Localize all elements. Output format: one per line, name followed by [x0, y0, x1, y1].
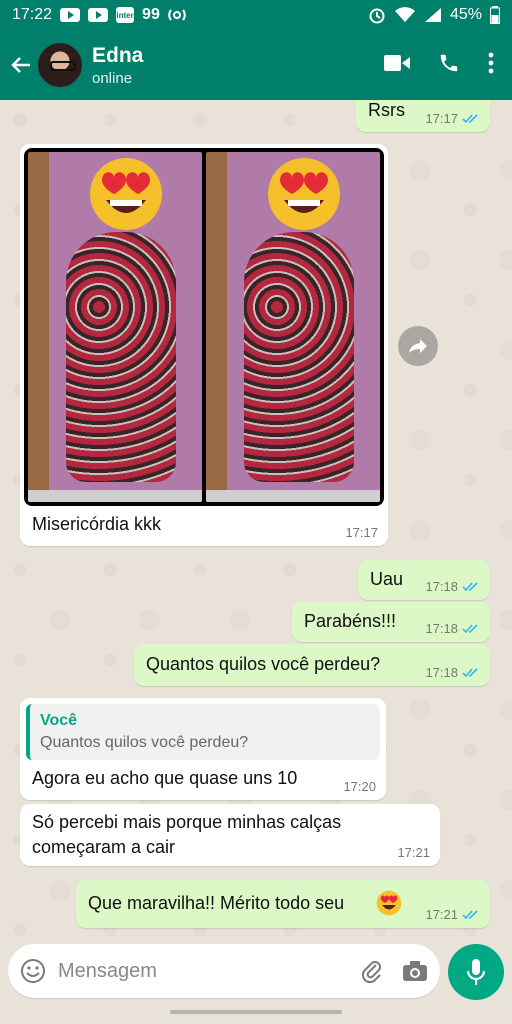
message-text: Misericórdia kkk: [32, 514, 162, 534]
contact-info[interactable]: Edna online: [92, 44, 143, 87]
youtube-icon-2: [88, 8, 109, 22]
message-input[interactable]: Mensagem: [8, 944, 440, 998]
message-outgoing[interactable]: Uau 17:18: [358, 560, 490, 600]
read-ticks-icon: [462, 581, 480, 593]
signal-icon: [424, 7, 442, 23]
smiley-icon: [21, 959, 45, 983]
phone-icon: [440, 54, 458, 71]
message-outgoing[interactable]: Parabéns!!! 17:18: [292, 602, 490, 642]
message-time: 17:17: [345, 525, 378, 540]
quote-text: Quantos quilos você perdeu?: [40, 734, 249, 751]
read-ticks-icon: [462, 623, 480, 635]
more-options-button[interactable]: [488, 52, 494, 79]
contact-status: online: [92, 69, 133, 87]
chat-area[interactable]: Rsrs 17:17 Misericórdia kkk 17:17 Uau 17…: [0, 100, 512, 940]
status-bar: 17:22 inter 99 45%: [0, 0, 512, 30]
message-incoming-image[interactable]: Misericórdia kkk 17:17: [20, 144, 388, 546]
message-time: 17:18: [425, 665, 458, 680]
heart-eyes-emoji-icon: [90, 158, 162, 230]
voice-record-button[interactable]: [448, 944, 504, 1000]
contact-name: Edna: [92, 43, 144, 67]
microphone-icon: [466, 959, 486, 985]
camera-icon: [403, 961, 427, 981]
message-text: Parabéns!!!: [304, 611, 397, 631]
photo-right: [206, 152, 380, 502]
dress-figure: [66, 232, 176, 482]
photo-left: [28, 152, 202, 502]
back-button[interactable]: [4, 45, 38, 85]
avatar[interactable]: [38, 43, 82, 87]
message-incoming[interactable]: Só percebi mais porque minhas calças com…: [20, 804, 440, 866]
message-outgoing[interactable]: Quantos quilos você perdeu? 17:18: [134, 644, 490, 686]
message-text: Rsrs: [368, 100, 405, 120]
voice-call-button[interactable]: [438, 52, 460, 79]
message-text: Uau: [370, 569, 404, 589]
message-text-line-1: Só percebi mais porque minhas calças: [32, 812, 342, 832]
alarm-icon: [368, 6, 386, 24]
message-time: 17:18: [425, 579, 458, 594]
message-time: 17:17: [425, 111, 458, 126]
notification-badge: 99: [142, 6, 160, 23]
read-ticks-icon: [462, 909, 480, 921]
heart-eyes-emoji-icon: [376, 890, 402, 916]
message-outgoing[interactable]: Que maravilha!! Mérito todo seu 17:21: [76, 880, 490, 928]
more-vertical-icon: [488, 52, 494, 73]
nfc-icon: [168, 7, 186, 23]
wifi-icon: [394, 7, 416, 23]
video-call-button[interactable]: [384, 54, 410, 77]
quote-author: Você: [40, 712, 78, 729]
read-ticks-icon: [462, 667, 480, 679]
message-text: Que maravilha!! Mérito todo seu: [88, 893, 345, 913]
attach-button[interactable]: [360, 959, 384, 983]
composer-bar: Mensagem: [0, 940, 512, 1024]
chat-header: Edna online: [0, 30, 512, 100]
message-time: 17:18: [425, 621, 458, 636]
battery-level: 45%: [449, 6, 482, 23]
forward-button[interactable]: [398, 326, 438, 366]
status-time: 17:22: [12, 6, 53, 23]
message-incoming-reply[interactable]: Você Quantos quilos você perdeu? Agora e…: [20, 698, 386, 800]
forward-icon: [409, 339, 427, 353]
battery-icon: [490, 6, 500, 24]
navigation-handle[interactable]: [170, 1010, 342, 1014]
dress-figure: [244, 232, 354, 482]
camera-button[interactable]: [402, 960, 428, 982]
message-text: Quantos quilos você perdeu?: [146, 654, 381, 674]
message-time: 17:21: [425, 907, 458, 922]
heart-eyes-emoji-icon: [268, 158, 340, 230]
message-time: 17:21: [397, 845, 430, 860]
paperclip-icon: [361, 961, 381, 983]
youtube-icon: [60, 8, 81, 22]
emoji-button[interactable]: [20, 958, 46, 984]
message-text: Agora eu acho que quase uns 10: [32, 768, 298, 788]
video-camera-icon: [384, 54, 410, 71]
message-text-line-2: começaram a cair: [32, 837, 176, 857]
shared-photo[interactable]: [24, 148, 384, 506]
arrow-left-icon: [11, 57, 30, 73]
inter-app-icon: inter: [116, 7, 135, 23]
message-time: 17:20: [343, 779, 376, 794]
quoted-message[interactable]: Você Quantos quilos você perdeu?: [26, 704, 380, 760]
message-outgoing[interactable]: Rsrs 17:17: [356, 100, 490, 132]
read-ticks-icon: [462, 113, 480, 125]
message-placeholder: Mensagem: [58, 959, 157, 982]
